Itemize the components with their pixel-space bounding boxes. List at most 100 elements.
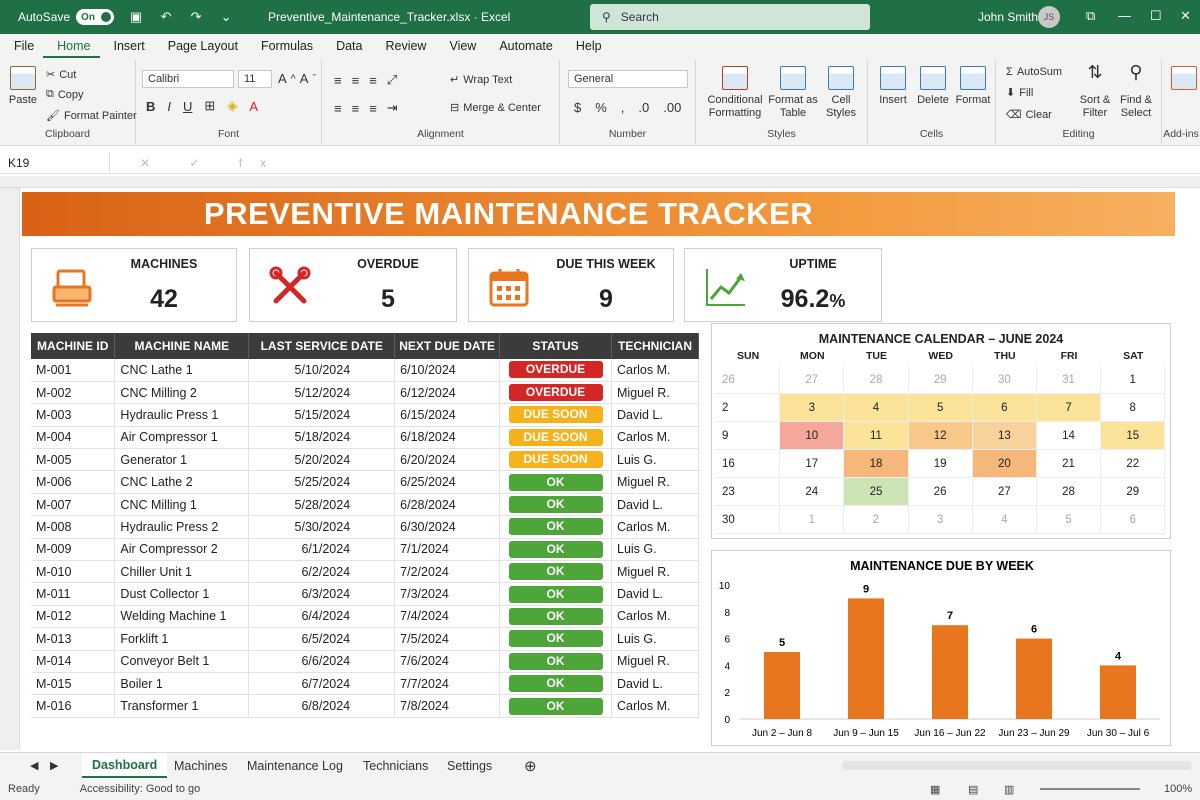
paste-button[interactable]: Paste <box>8 66 38 107</box>
table-cell[interactable]: 5/12/2024 <box>248 381 396 405</box>
table-cell[interactable]: Hydraulic Press 2 <box>114 515 250 539</box>
table-cell[interactable]: Luis G. <box>611 448 699 472</box>
page-break-view-icon[interactable]: ▥ <box>1004 783 1014 796</box>
calendar-day[interactable]: 6 <box>1101 506 1166 534</box>
table-cell[interactable]: David L. <box>611 582 699 606</box>
column-headers[interactable] <box>0 176 1200 188</box>
next-sheet-icon[interactable]: ▶ <box>50 753 58 778</box>
sheet-tab-technicians[interactable]: Technicians <box>363 753 428 778</box>
font-name-dropdown[interactable]: Calibri <box>142 70 234 88</box>
table-cell[interactable]: 6/10/2024 <box>394 359 501 382</box>
table-cell[interactable]: CNC Milling 1 <box>114 493 250 517</box>
tab-view[interactable]: View <box>435 39 485 58</box>
table-cell[interactable]: Transformer 1 <box>114 694 250 718</box>
user-name[interactable]: John Smith <box>978 10 1038 24</box>
calendar-day[interactable]: 21 <box>1036 450 1102 478</box>
table-cell[interactable]: 7/8/2024 <box>394 694 501 718</box>
percent-icon[interactable]: % <box>595 100 607 115</box>
underline-icon[interactable]: U <box>183 99 192 114</box>
table-row[interactable]: M-013 Forklift 1 6/5/2024 7/5/2024 OK Luis G. <box>31 627 699 651</box>
tab-home[interactable]: Home <box>43 39 100 58</box>
close-icon[interactable]: ✕ <box>1180 8 1191 24</box>
status-cell[interactable]: OVERDUE <box>499 381 612 405</box>
table-row[interactable]: M-003 Hydraulic Press 1 5/15/2024 6/15/2024… <box>31 403 699 427</box>
table-cell[interactable]: M-004 <box>31 426 116 450</box>
status-cell[interactable]: OK <box>499 470 612 494</box>
zoom-slider[interactable] <box>1040 788 1140 790</box>
bar[interactable] <box>1016 638 1052 719</box>
calendar-day[interactable]: 4 <box>972 506 1037 534</box>
bar[interactable] <box>848 598 884 719</box>
table-cell[interactable]: 6/25/2024 <box>394 470 501 494</box>
maximize-icon[interactable]: ☐ <box>1150 8 1162 24</box>
table-cell[interactable]: M-011 <box>31 582 116 606</box>
table-cell[interactable]: 5/10/2024 <box>248 359 396 382</box>
calendar-day[interactable]: 4 <box>844 394 909 422</box>
status-cell[interactable]: DUE SOON <box>499 448 612 472</box>
align-right-icon[interactable]: ≡ <box>369 101 377 116</box>
calendar-day[interactable]: 8 <box>1101 394 1166 422</box>
conditional-formatting-button[interactable]: Conditional Formatting <box>704 66 766 120</box>
table-row[interactable]: M-011 Dust Collector 1 6/3/2024 7/3/2024 OK D… <box>31 582 699 606</box>
calendar-day[interactable]: 23 <box>716 478 781 506</box>
calendar-day[interactable]: 30 <box>716 506 781 534</box>
accessibility-status[interactable]: Accessibility: Good to go <box>80 783 200 795</box>
formula-controls[interactable]: ✕ ✓ fx <box>140 156 284 170</box>
calendar-day[interactable]: 18 <box>844 450 909 478</box>
orientation-icon[interactable]: ⤢ <box>387 72 397 88</box>
table-cell[interactable]: David L. <box>611 672 699 696</box>
table-cell[interactable]: David L. <box>611 493 699 517</box>
currency-icon[interactable]: $ <box>574 100 581 115</box>
calendar-day[interactable]: 20 <box>972 450 1037 478</box>
table-cell[interactable]: CNC Lathe 2 <box>114 470 250 494</box>
delete-cells-button[interactable]: Delete <box>914 66 952 107</box>
table-cell[interactable]: Dust Collector 1 <box>114 582 250 606</box>
table-cell[interactable]: M-014 <box>31 650 116 673</box>
table-row[interactable]: M-008 Hydraulic Press 2 5/30/2024 6/30/2024… <box>31 515 699 539</box>
row-headers[interactable] <box>0 188 20 750</box>
calendar-day[interactable]: 26 <box>716 366 781 394</box>
normal-view-icon[interactable]: ▦ <box>930 783 940 796</box>
table-cell[interactable]: 6/8/2024 <box>248 694 396 718</box>
calendar-day[interactable]: 15 <box>1101 422 1166 450</box>
status-cell[interactable]: OK <box>499 694 612 718</box>
status-cell[interactable]: OK <box>499 515 612 539</box>
search-box[interactable]: ⚲ Search <box>590 4 870 30</box>
table-row[interactable]: M-010 Chiller Unit 1 6/2/2024 7/2/2024 OK Mig… <box>31 560 699 584</box>
sheet-tab-machines[interactable]: Machines <box>174 753 228 778</box>
ribbon-display-icon[interactable]: ⧉ <box>1086 8 1095 24</box>
calendar-day[interactable]: 13 <box>972 422 1037 450</box>
table-cell[interactable]: Air Compressor 1 <box>114 426 250 450</box>
table-cell[interactable]: 6/12/2024 <box>394 381 501 405</box>
table-cell[interactable]: CNC Lathe 1 <box>114 359 250 382</box>
calendar-day[interactable]: 5 <box>908 394 973 422</box>
calendar-day[interactable]: 1 <box>780 506 845 534</box>
page-layout-view-icon[interactable]: ▤ <box>968 783 978 796</box>
table-cell[interactable]: 5/15/2024 <box>248 403 396 427</box>
table-cell[interactable]: 7/4/2024 <box>394 605 501 629</box>
status-cell[interactable]: OVERDUE <box>499 359 612 382</box>
table-cell[interactable]: Miguel R. <box>611 470 699 494</box>
addins-button[interactable] <box>1170 66 1198 94</box>
calendar-day[interactable]: 27 <box>972 478 1037 506</box>
table-cell[interactable]: Miguel R. <box>611 560 699 584</box>
customize-toolbar-icon[interactable]: ⌄ <box>218 9 234 25</box>
status-cell[interactable]: OK <box>499 493 612 517</box>
table-cell[interactable]: Hydraulic Press 1 <box>114 403 250 427</box>
table-row[interactable]: M-012 Welding Machine 1 6/4/2024 7/4/2024 OK… <box>31 605 699 629</box>
font-grow-icon[interactable]: A ^ Aˇ <box>278 71 316 86</box>
table-cell[interactable]: Carlos M. <box>611 515 699 539</box>
table-cell[interactable]: 5/20/2024 <box>248 448 396 472</box>
table-cell[interactable]: 7/5/2024 <box>394 627 501 651</box>
add-sheet-icon[interactable]: ⊕ <box>524 753 537 778</box>
table-cell[interactable]: M-012 <box>31 605 116 629</box>
table-cell[interactable]: 6/6/2024 <box>248 650 396 673</box>
table-cell[interactable]: M-016 <box>31 694 116 718</box>
status-cell[interactable]: OK <box>499 560 612 584</box>
indent-icon[interactable]: ⇥ <box>387 100 398 116</box>
calendar-day[interactable]: 2 <box>716 394 781 422</box>
align-left-icon[interactable]: ≡ <box>334 101 342 116</box>
status-cell[interactable]: DUE SOON <box>499 403 612 427</box>
table-row[interactable]: M-015 Boiler 1 6/7/2024 7/7/2024 OK David L. <box>31 672 699 696</box>
increase-decimal-icon[interactable]: .0 <box>638 100 649 115</box>
